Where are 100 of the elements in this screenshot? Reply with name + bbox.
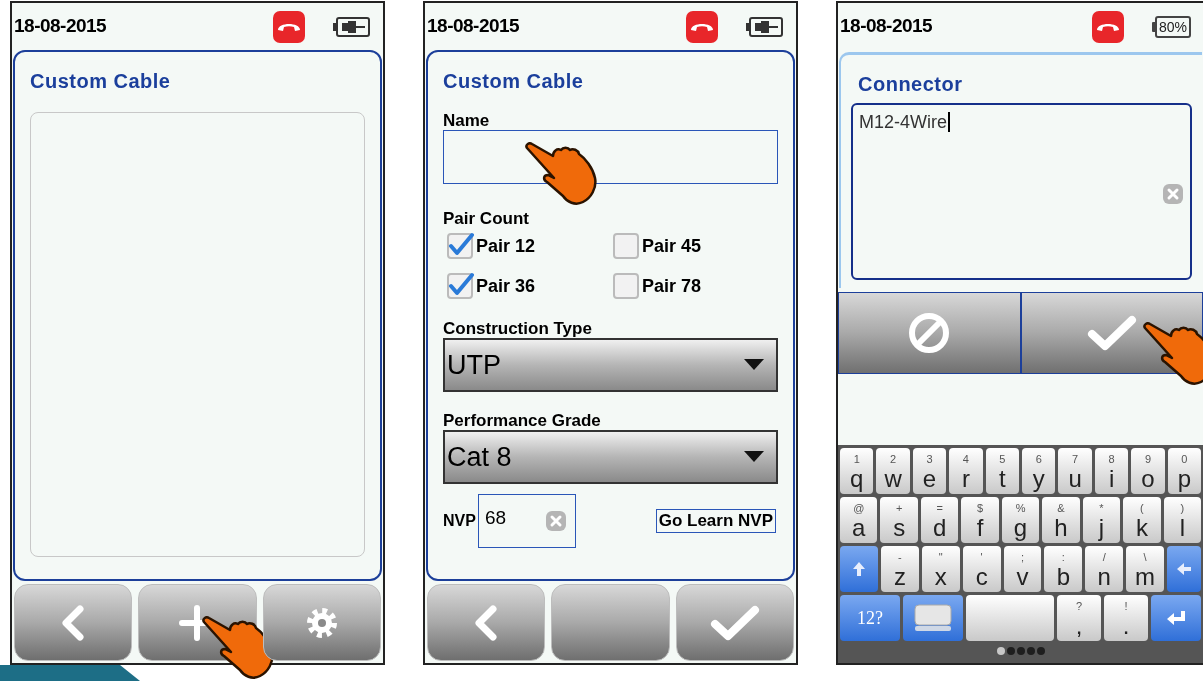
dropdown-arrow-icon [744,451,764,463]
keyboard-key[interactable]: 1 q [840,448,874,494]
back-button[interactable] [14,584,133,661]
key-hint: * [1099,503,1104,514]
nvp-field[interactable]: 68 [477,494,576,548]
key-hint: ' [980,552,983,563]
key-letter: a [852,516,866,540]
keyboard-key[interactable] [903,595,963,641]
date-label: 18-08-2015 [840,14,933,39]
keyboard-key[interactable]: / n [1085,546,1124,592]
settings-icon [304,605,339,640]
keyboard-key[interactable]: " x [921,546,960,592]
field-value: 68 [484,505,508,530]
keyboard-key[interactable]: @ a [840,497,878,543]
field-label: Performance Grade [443,412,602,430]
key-hint: - [898,552,902,563]
field-label: Pair Count [443,210,530,228]
key-hint: @ [853,503,865,514]
checkbox[interactable] [612,272,640,300]
dropdown-arrow-icon [744,359,764,371]
key-hint: + [895,503,903,514]
key-hint: 1 [853,454,860,465]
dropdown-value: UTP [447,348,502,382]
key-hint: 8 [1108,454,1115,465]
key-hint: 2 [890,454,897,465]
key-letter: b [1056,565,1071,589]
checkbox[interactable] [446,272,474,300]
keyboard-key[interactable]: 8 i [1094,448,1129,494]
key-hint: : [1061,552,1065,563]
field-value: M12-4Wire [859,112,950,132]
key-letter: f [976,516,984,540]
backspace-key[interactable] [1167,546,1201,592]
key-letter: x [934,565,947,589]
keyboard-key[interactable]: ' c [962,546,1001,592]
keyboard-key[interactable]: = d [920,497,959,543]
shift-key[interactable] [840,546,878,592]
key-hint: = [936,503,943,514]
key-letter: g [1013,516,1028,540]
dropdown[interactable]: UTP [443,338,778,392]
keyboard-key[interactable]: ( k [1123,497,1161,543]
date-label: 18-08-2015 [427,14,520,39]
name-field[interactable] [443,130,778,184]
checkbox-label: Pair 36 [476,274,536,298]
keyboard-key[interactable]: 5 t [985,448,1020,494]
key-letter: h [1054,516,1068,540]
key-hint: ? [1075,601,1083,612]
key-letter: . [1122,614,1130,638]
checkbox-label: Pair 78 [642,274,702,298]
battery-terminal [1152,21,1155,32]
keyboard-key[interactable]: 2 w [876,448,910,494]
back-button[interactable] [427,584,546,661]
keyboard-key[interactable]: ? , [1057,595,1101,641]
keyboard-key[interactable]: * j [1082,497,1121,543]
keyboard-key[interactable]: : b [1044,546,1083,592]
up-arrow-icon [853,562,865,576]
keyboard-key[interactable]: $ f [961,497,999,543]
dropdown[interactable]: Cat 8 [443,430,778,484]
checkbox[interactable] [612,232,640,260]
keyboard-key[interactable]: & h [1042,497,1080,543]
key-hint: ) [1180,503,1185,514]
enter-key[interactable] [1151,595,1201,641]
key-hint: 0 [1181,454,1188,465]
keyboard-key[interactable]: 7 u [1058,448,1092,494]
settings-button[interactable] [262,584,381,661]
keyboard-key[interactable]: 6 y [1022,448,1056,494]
blank-button[interactable] [551,584,670,661]
key-hint: ( [1140,503,1144,514]
keyboard-key[interactable]: \ m [1126,546,1164,592]
phone-icon [686,10,718,43]
keyboard-key[interactable]: ; v [1003,546,1042,592]
cancel-icon [907,311,952,355]
keyboard-key[interactable]: 4 r [949,448,983,494]
field-label: Name [443,112,491,130]
checkbox-label: Pair 12 [476,234,536,258]
checkbox-label: Pair 45 [642,234,702,258]
key-hint: 4 [962,454,969,465]
keyboard-key[interactable]: % g [1001,497,1040,543]
key-letter: j [1098,516,1105,540]
key-letter: v [1016,565,1029,589]
key-hint: 5 [999,454,1006,465]
key-hint: / [1102,552,1106,563]
cancel-button[interactable] [838,292,1021,374]
keyboard-key[interactable]: - z [881,546,919,592]
learn-nvp-button[interactable]: Go Learn NVP [655,509,776,533]
key-hint: % [1015,503,1026,514]
text-field[interactable]: M12-4Wire [851,103,1192,280]
key-letter: s [893,516,906,540]
phone-icon [1092,10,1124,43]
keyboard-key[interactable]: 9 o [1131,448,1165,494]
key-letter: y [1032,467,1045,491]
key-letter: r [961,467,970,491]
back-icon [60,604,87,641]
checkbox[interactable] [446,232,474,260]
keyboard-key[interactable]: 0 p [1167,448,1202,494]
keyboard-key[interactable]: 3 e [912,448,947,494]
key-letter: , [1075,614,1083,638]
keyboard-key[interactable]: ) l [1163,497,1202,543]
keyboard-key[interactable]: + s [880,497,918,543]
keyboard-key[interactable]: ! . [1104,595,1148,641]
key-letter: w [884,467,902,491]
